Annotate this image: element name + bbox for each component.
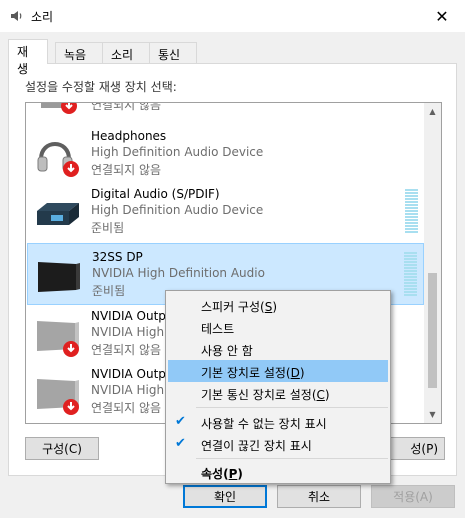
scroll-down-icon[interactable]: ▼ (424, 406, 441, 423)
ok-button[interactable]: 확인 (183, 485, 267, 508)
menu-item-show-disabled[interactable]: ✔ 사용할 수 없는 장치 표시 (168, 411, 388, 433)
menu-separator (196, 407, 388, 408)
menu-item-set-default[interactable]: 기본 장치로 설정(D) (168, 360, 388, 382)
close-button[interactable]: ✕ (419, 0, 465, 32)
device-name: Headphones (91, 129, 167, 143)
device-name: NVIDIA Outpu (91, 309, 174, 323)
configure-button[interactable]: 구성(C) (25, 437, 99, 460)
checkmark-icon: ✔ (175, 414, 186, 429)
device-description: NVIDIA High Definition Audio (92, 266, 265, 280)
device-status: 연결되지 않음 (91, 163, 162, 177)
device-status: 준비됨 (91, 221, 125, 235)
title-bar: 소리 ✕ (0, 0, 465, 32)
device-status: 연결되지 않음 (91, 401, 162, 415)
device-status: 연결되지 않음 (91, 343, 162, 357)
device-description: High Definition Audio Device (91, 145, 264, 159)
menu-item-disable[interactable]: 사용 안 함 (168, 338, 388, 360)
menu-item-show-disconnected[interactable]: ✔ 연결이 끊긴 장치 표시 (168, 433, 388, 455)
speaker-disconnected-icon (41, 103, 77, 114)
device-description: NVIDIA High (91, 383, 165, 397)
device-list-scrollbar[interactable]: ▲ ▼ (424, 103, 441, 423)
device-name: Digital Audio (S/PDIF) (91, 187, 220, 201)
device-description: High Definition Audio Device (91, 203, 264, 217)
device-name: 32SS DP (92, 250, 143, 264)
device-item[interactable]: 연결되지 않음 (27, 102, 424, 120)
menu-item-set-default-comm[interactable]: 기본 통신 장치로 설정(C) (168, 382, 388, 404)
device-description: NVIDIA High (91, 325, 165, 339)
instruction-label: 설정을 수정할 재생 장치 선택: (25, 80, 177, 94)
level-meter (405, 189, 418, 235)
level-meter (404, 252, 417, 298)
menu-item-properties[interactable]: 속성(P) (168, 461, 388, 483)
window-title: 소리 (31, 10, 54, 24)
monitor-icon (38, 262, 80, 292)
monitor-disconnected-icon (37, 379, 79, 415)
apply-button[interactable]: 적용(A) (371, 485, 455, 508)
device-status: 연결되지 않음 (91, 102, 162, 112)
context-menu: 스피커 구성(S) 테스트 사용 안 함 기본 장치로 설정(D) 기본 통신 … (165, 290, 391, 484)
menu-item-test[interactable]: 테스트 (168, 316, 388, 338)
device-status: 준비됨 (92, 284, 126, 298)
monitor-disconnected-icon (37, 321, 79, 357)
menu-separator (196, 458, 388, 459)
checkmark-icon: ✔ (175, 436, 186, 451)
device-item-headphones[interactable]: Headphones High Definition Audio Device … (27, 123, 424, 185)
tab-playback[interactable]: 재생 (8, 39, 48, 76)
tab-recording[interactable]: 녹음 (55, 42, 103, 63)
tab-sounds[interactable]: 소리 (102, 42, 150, 63)
digital-audio-icon (37, 203, 79, 225)
scroll-up-icon[interactable]: ▲ (424, 103, 441, 120)
device-name: NVIDIA Outpu (91, 367, 174, 381)
close-icon: ✕ (435, 6, 449, 26)
tab-communications[interactable]: 통신 (149, 42, 197, 63)
cancel-button[interactable]: 취소 (277, 485, 361, 508)
device-item-digital-audio[interactable]: Digital Audio (S/PDIF) High Definition A… (27, 181, 424, 243)
scroll-thumb[interactable] (428, 273, 437, 388)
headphones-icon (37, 142, 79, 177)
menu-item-configure-speakers[interactable]: 스피커 구성(S) (168, 294, 388, 316)
speaker-icon (11, 11, 22, 21)
